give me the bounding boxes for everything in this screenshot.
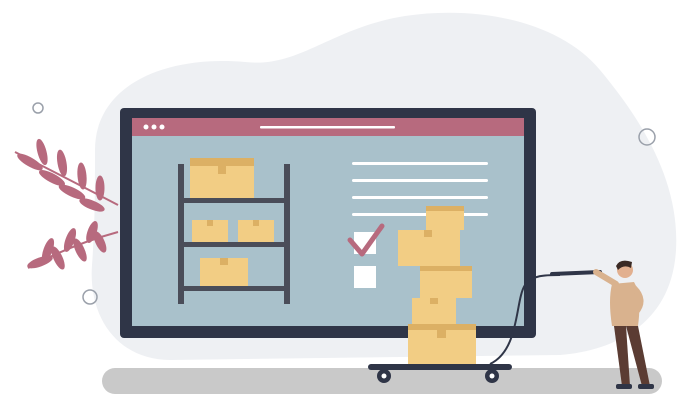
- window-dot: [151, 124, 157, 130]
- box-icon: [408, 324, 476, 366]
- decor-circle: [32, 102, 44, 114]
- window-dot: [143, 124, 149, 130]
- box-icon: [420, 266, 472, 298]
- illustration-canvas: [0, 0, 698, 398]
- title-bar-line: [260, 126, 395, 129]
- checkbox: [354, 266, 376, 288]
- box-icon: [238, 220, 274, 242]
- box-icon: [192, 220, 228, 242]
- box-icon: [190, 158, 254, 198]
- box-icon: [412, 298, 456, 324]
- warehouse-illustration: [14, 12, 677, 394]
- box-icon: [200, 258, 248, 286]
- box-icon: [426, 206, 464, 230]
- box-icon: [398, 230, 460, 266]
- window-dot: [159, 124, 165, 130]
